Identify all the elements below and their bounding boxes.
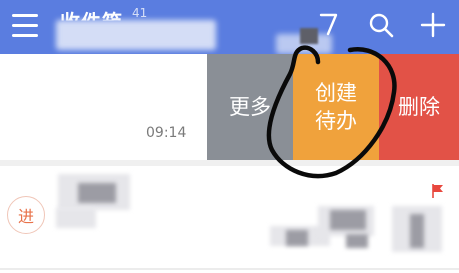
create-todo-label-line2: 待办 [315, 109, 357, 133]
blurred-text-d-dark [410, 214, 424, 248]
app-header: 收件箱 41 [0, 0, 459, 54]
blurred-text-b-dark [330, 210, 366, 230]
red-flag-icon[interactable] [431, 183, 445, 199]
message-time: 09:14 [146, 125, 187, 141]
sender-avatar[interactable]: 进 [7, 196, 45, 234]
divider [0, 160, 459, 166]
unread-count: 41 [132, 6, 148, 20]
delete-button[interactable]: 删除 [379, 54, 459, 160]
add-icon[interactable] [418, 10, 448, 40]
compose-icon[interactable] [314, 10, 344, 40]
blurred-subject [56, 208, 96, 228]
blurred-area [56, 20, 216, 50]
create-todo-label-line1: 创建 [315, 81, 357, 105]
more-button[interactable]: 更多 [207, 54, 293, 160]
search-icon[interactable] [366, 10, 396, 40]
avatar-text: 进 [17, 207, 34, 226]
delete-label: 删除 [398, 95, 440, 119]
blurred-text-c [346, 234, 368, 248]
blurred-sender-dark [78, 183, 116, 203]
blurred-text-a-dark [286, 230, 308, 246]
row-divider [0, 268, 459, 270]
create-todo-button[interactable]: 创建 待办 [293, 54, 379, 160]
more-label: 更多 [229, 95, 271, 119]
menu-icon[interactable] [12, 14, 38, 38]
